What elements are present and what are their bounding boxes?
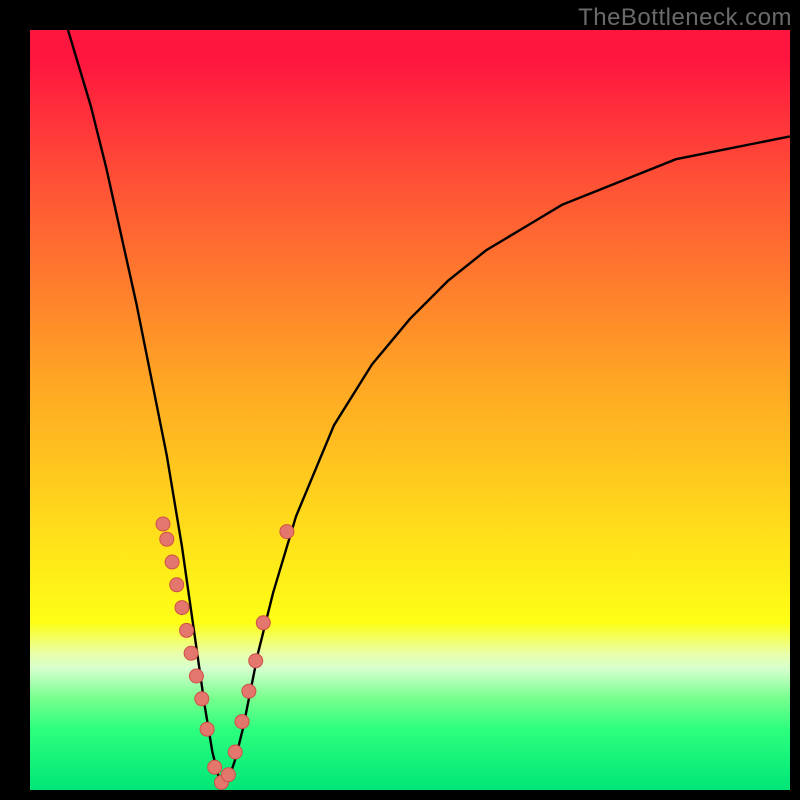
plot-area xyxy=(30,30,790,790)
highlight-dot xyxy=(249,654,263,668)
highlight-dot xyxy=(184,646,198,660)
highlight-dot xyxy=(170,578,184,592)
highlight-dot xyxy=(256,616,270,630)
chart-frame: TheBottleneck.com xyxy=(0,0,800,800)
highlight-dot xyxy=(208,760,222,774)
highlight-dots-group xyxy=(156,517,294,789)
highlight-dot xyxy=(221,768,235,782)
highlight-dot xyxy=(280,525,294,539)
highlight-dot xyxy=(160,532,174,546)
chart-overlay xyxy=(30,30,790,790)
highlight-dot xyxy=(200,722,214,736)
highlight-dot xyxy=(195,692,209,706)
highlight-dot xyxy=(175,601,189,615)
highlight-dot xyxy=(242,684,256,698)
highlight-dot xyxy=(235,715,249,729)
watermark-text: TheBottleneck.com xyxy=(578,4,792,32)
highlight-dot xyxy=(180,623,194,637)
highlight-dot xyxy=(189,669,203,683)
highlight-dot xyxy=(165,555,179,569)
highlight-dot xyxy=(228,745,242,759)
bottleneck-curve-path xyxy=(68,30,790,782)
highlight-dot xyxy=(156,517,170,531)
